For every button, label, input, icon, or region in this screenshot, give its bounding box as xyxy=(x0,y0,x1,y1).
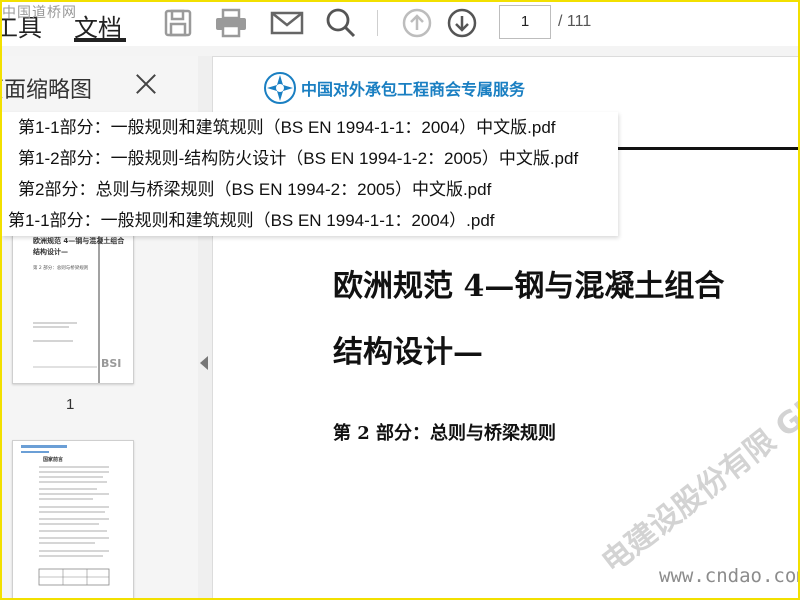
diagonal-watermark: 电建设股份有限 GROUP xyxy=(595,343,798,581)
page-thumbnail-1[interactable]: 欧洲规范 4—钢与混凝土组合 结构设计— 第 2 部分：总则与桥梁规则 BSI xyxy=(12,234,134,384)
header-rule xyxy=(609,147,798,150)
email-icon[interactable] xyxy=(268,6,306,40)
toolbar-divider xyxy=(377,10,378,36)
site-watermark: 中国道桥网 xyxy=(2,5,77,21)
recent-files-list: 第1-1部分：一般规则和建筑规则（BS EN 1994-1-1：2004）中文版… xyxy=(2,112,618,236)
document-subtitle: 第 2 部分：总则与桥梁规则 xyxy=(333,423,557,444)
thumbnail-label-1: 1 xyxy=(66,396,75,413)
page-thumbnail-2[interactable]: 国家前言 xyxy=(12,440,134,598)
brand-logo-icon xyxy=(264,72,296,104)
print-icon[interactable] xyxy=(212,6,250,40)
recent-file-item[interactable]: 第1-1部分：一般规则和建筑规则（BS EN 1994-1-1：2004）.pd… xyxy=(2,205,618,236)
recent-file-item[interactable]: 第1-2部分：一般规则-结构防火设计（BS EN 1994-1-2：2005）中… xyxy=(2,143,618,174)
save-icon[interactable] xyxy=(159,6,197,40)
close-icon[interactable] xyxy=(132,70,160,98)
page-total: / 111 xyxy=(558,13,592,30)
sidebar-title: 页面缩略图 xyxy=(2,78,92,103)
page-up-icon[interactable] xyxy=(398,6,436,40)
document-title-line-1: 欧洲规范 4—钢与混凝土组合 xyxy=(333,269,725,304)
svg-text:BSI: BSI xyxy=(101,357,121,370)
active-tab-indicator xyxy=(74,38,126,42)
recent-file-item[interactable]: 第1-1部分：一般规则和建筑规则（BS EN 1994-1-1：2004）中文版… xyxy=(2,112,618,143)
recent-file-item[interactable]: 第2部分：总则与桥梁规则（BS EN 1994-2：2005）中文版.pdf xyxy=(2,174,618,205)
collapse-left-icon xyxy=(200,356,208,370)
svg-text:第 2 部分：总则与桥梁规则: 第 2 部分：总则与桥梁规则 xyxy=(33,264,89,271)
search-icon[interactable] xyxy=(322,6,360,40)
app-window: 工具 中国道桥网 文档 1 / 111 页面缩略图 欧洲 xyxy=(0,0,800,600)
svg-text:欧洲规范 4—钢与混凝土组合: 欧洲规范 4—钢与混凝土组合 xyxy=(33,236,125,245)
svg-text:结构设计—: 结构设计— xyxy=(32,247,68,256)
svg-text:国家前言: 国家前言 xyxy=(43,456,63,463)
page-number-input[interactable]: 1 xyxy=(499,5,551,39)
document-title-line-2: 结构设计— xyxy=(333,335,483,370)
brand-header: 中国对外承包工程商会专属服务 xyxy=(263,71,525,105)
brand-text: 中国对外承包工程商会专属服务 xyxy=(301,80,526,99)
page-down-icon[interactable] xyxy=(443,6,481,40)
url-watermark: www.cndao.com xyxy=(659,565,798,587)
toolbar: 工具 中国道桥网 文档 1 / 111 xyxy=(2,2,798,46)
